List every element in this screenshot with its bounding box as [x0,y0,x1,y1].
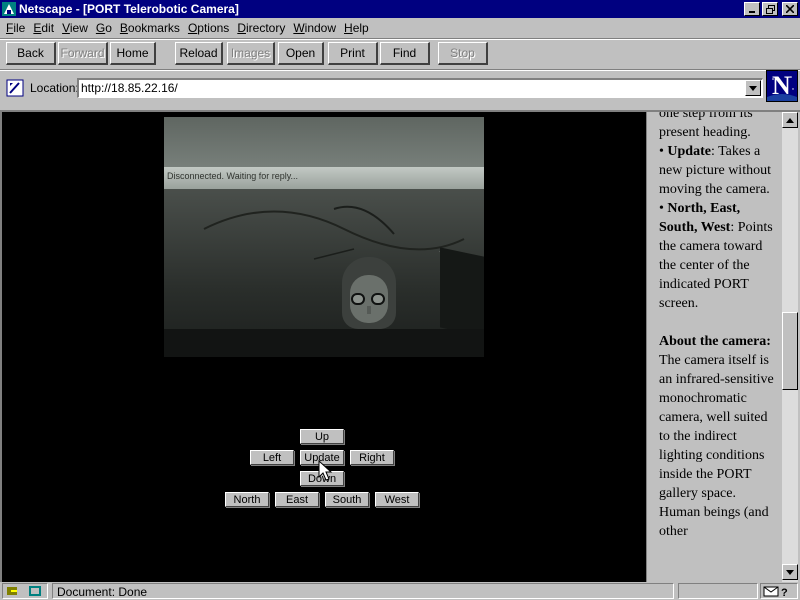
location-bar: Location: http://18.85.22.16/ [0,72,800,106]
camera-image: Disconnected. Waiting for reply... [164,117,484,357]
instructions-text: one step from its present heading. • Upd… [659,112,777,541]
menu-bar: File Edit View Go Bookmarks Options Dire… [0,18,800,38]
svg-text:?: ? [781,587,788,597]
menu-bookmarks[interactable]: Bookmarks [116,21,184,35]
about-text: The camera itself is an infrared-sensiti… [659,353,774,539]
mail-indicator[interactable]: ? [760,583,798,599]
camera-monitor-shape [440,247,484,337]
security-indicator[interactable] [2,583,48,599]
menu-file[interactable]: File [2,21,29,35]
camera-status-strip: Disconnected. Waiting for reply... [164,167,484,189]
restore-icon[interactable] [762,2,778,16]
reload-button[interactable]: Reload [175,42,223,65]
north-button[interactable]: North [225,492,269,507]
netscape-logo[interactable]: N [766,70,798,102]
window-title: Netscape - [PORT Telerobotic Camera] [19,2,239,16]
scrollbar-thumb[interactable] [782,312,798,390]
menu-window[interactable]: Window [289,21,340,35]
menu-view[interactable]: View [58,21,92,35]
netscape-app-icon[interactable] [1,1,17,17]
open-button[interactable]: Open [278,42,324,65]
close-icon[interactable] [782,2,798,16]
scroll-up-icon[interactable] [782,112,798,128]
mouse-pointer-icon [318,460,333,481]
images-button[interactable]: Images [227,42,275,65]
camera-frame: Disconnected. Waiting for reply... Up Le… [2,112,646,582]
scroll-down-icon[interactable] [782,564,798,580]
status-text: Document: Done [57,585,148,599]
compass-instruction: • North, East, South, West: Points the c… [659,201,773,311]
content-area: Disconnected. Waiting for reply... Up Le… [0,110,800,582]
forward-button[interactable]: Forward [58,42,108,65]
status-message: Document: Done [52,583,674,599]
camera-person-glasses-left [351,293,365,305]
bookmark-quickfile-icon[interactable] [6,79,24,97]
right-button[interactable]: Right [350,450,394,465]
left-button[interactable]: Left [250,450,294,465]
progress-field [678,583,758,599]
location-label: Location: [30,81,79,95]
status-bar: Document: Done ? [0,582,800,600]
home-button[interactable]: Home [110,42,156,65]
broken-key-icon [7,586,41,596]
divider [0,69,800,71]
location-url-field[interactable]: http://18.85.22.16/ [77,78,763,98]
update-term: Update [667,144,711,159]
title-bar: Netscape - [PORT Telerobotic Camera] [0,0,800,18]
mail-icon: ? [763,586,788,597]
about-heading: About the camera: [659,334,771,349]
find-button[interactable]: Find [380,42,430,65]
compass-term: North, East, South, West [659,201,741,235]
chevron-down-icon[interactable] [745,80,761,96]
camera-wires-icon [203,205,484,274]
menu-options[interactable]: Options [184,21,233,35]
up-button[interactable]: Up [300,429,344,444]
intro-fragment: one step from its present heading. [659,112,753,140]
print-button[interactable]: Print [328,42,378,65]
stop-button[interactable]: Stop [438,42,488,65]
east-button[interactable]: East [275,492,319,507]
minimize-icon[interactable] [744,2,760,16]
menu-go[interactable]: Go [92,21,116,35]
south-button[interactable]: South [325,492,369,507]
menu-edit[interactable]: Edit [29,21,58,35]
camera-foreground [164,329,484,357]
toolbar: Back Forward Home Reload Images Open Pri… [0,40,800,68]
camera-person-glasses-right [371,293,385,305]
update-instruction: • Update: Takes a new picture without mo… [659,144,771,197]
menu-help[interactable]: Help [340,21,373,35]
west-button[interactable]: West [375,492,419,507]
camera-person-nose [367,306,371,314]
camera-overlay-text: Disconnected. Waiting for reply... [167,171,299,181]
vertical-scrollbar[interactable] [782,112,798,582]
instructions-pane: one step from its present heading. • Upd… [646,112,782,582]
netscape-logo-letter: N [772,71,791,100]
menu-directory[interactable]: Directory [233,21,289,35]
back-button[interactable]: Back [6,42,56,65]
